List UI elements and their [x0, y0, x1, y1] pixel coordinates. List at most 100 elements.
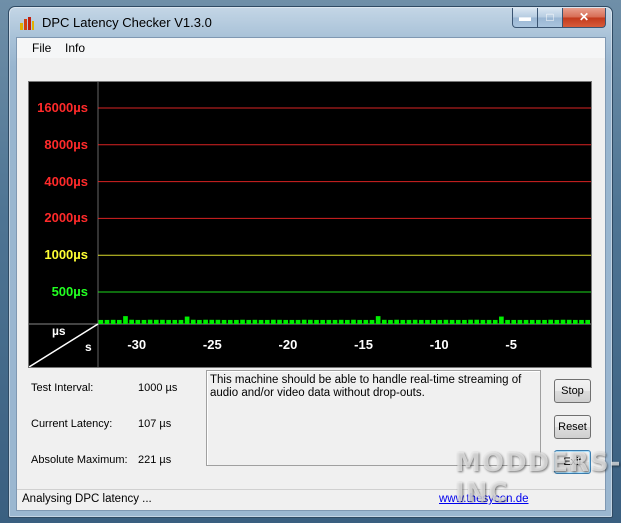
latency-bar	[203, 319, 208, 324]
latency-bar	[98, 319, 104, 324]
latency-bar	[560, 319, 566, 324]
latency-bar	[234, 319, 239, 324]
y-tick-label: 500µs	[51, 284, 88, 299]
latency-bar	[480, 319, 486, 324]
latency-bar	[443, 319, 449, 324]
latency-bar	[455, 319, 461, 324]
latency-bar	[110, 319, 116, 324]
latency-bar	[246, 319, 252, 324]
latency-bar	[523, 319, 529, 324]
close-button[interactable]: ✕	[562, 8, 606, 28]
latency-bar	[369, 319, 375, 324]
latency-chart-svg	[29, 82, 591, 367]
latency-bar	[172, 319, 178, 324]
test-interval-value: 1000 µs	[138, 382, 178, 394]
stop-button[interactable]: Stop	[554, 379, 591, 403]
x-tick-label: -10	[429, 337, 449, 352]
latency-bar	[264, 319, 270, 324]
latency-bar	[295, 319, 301, 324]
latency-bar	[566, 319, 572, 324]
absolute-maximum-value: 221 µs	[138, 454, 172, 466]
latency-bar	[492, 319, 498, 324]
y-tick-label: 8000µs	[44, 136, 88, 152]
maximize-button[interactable]: □	[537, 8, 563, 28]
latency-bar	[406, 319, 412, 324]
watermark-logo: MODDERS-INC	[455, 448, 621, 508]
latency-bar	[585, 319, 590, 324]
menu-file[interactable]: File	[32, 41, 51, 55]
y-tick-label: 4000µs	[44, 173, 88, 189]
latency-bar	[332, 319, 338, 324]
latency-bar	[258, 319, 264, 324]
latency-bar	[277, 319, 282, 324]
latency-bar	[147, 319, 153, 324]
menu-bar: File Info	[17, 38, 605, 58]
latency-bar	[184, 316, 190, 324]
latency-bar	[197, 319, 202, 324]
latency-bar	[381, 319, 387, 324]
x-tick-label: -15	[354, 337, 373, 352]
latency-bar	[499, 316, 504, 324]
menu-info[interactable]: Info	[65, 41, 85, 55]
latency-bar	[529, 319, 535, 324]
latency-bar	[190, 319, 196, 324]
latency-bar	[308, 319, 313, 324]
latency-bar	[221, 319, 227, 324]
latency-bar	[431, 319, 436, 324]
latency-bar	[240, 319, 245, 324]
current-latency-value: 107 µs	[138, 418, 172, 430]
latency-bar	[573, 319, 578, 324]
latency-bar	[400, 319, 406, 324]
latency-bar	[116, 319, 122, 324]
app-window: DPC Latency Checker V1.3.0 ▬ □ ✕ File In…	[8, 6, 613, 518]
latency-bar	[153, 319, 159, 324]
latency-bar	[449, 319, 455, 324]
latency-bar	[123, 316, 128, 324]
latency-bar	[160, 319, 165, 324]
x-tick-label: -5	[505, 337, 517, 352]
latency-bar	[511, 319, 517, 324]
latency-bar	[412, 319, 418, 324]
latency-bar	[468, 319, 473, 324]
latency-bar	[104, 319, 110, 324]
status-bar-text: Analysing DPC latency ...	[22, 493, 152, 505]
latency-bar	[437, 319, 443, 324]
latency-bar	[474, 319, 480, 324]
y-tick-label: 1000µs	[44, 247, 88, 263]
latency-bar	[227, 319, 233, 324]
latency-bar	[271, 319, 276, 324]
latency-bar	[375, 316, 381, 324]
y-tick-label: 16000µs	[37, 100, 88, 115]
minimize-button[interactable]: ▬	[512, 8, 538, 28]
client-area: File Info µs s 16000µs 8000µs 4000µs 2000µs…	[16, 37, 606, 511]
latency-bar	[215, 319, 221, 324]
latency-bar	[542, 319, 547, 324]
x-unit-label: s	[85, 340, 92, 354]
latency-bar	[178, 319, 184, 324]
x-tick-label: -30	[127, 337, 147, 352]
latency-bar	[252, 319, 258, 324]
reset-button[interactable]: Reset	[554, 415, 591, 439]
y-unit-label: µs	[52, 324, 66, 338]
latency-bar	[517, 319, 523, 324]
latency-bar	[536, 319, 541, 324]
latency-bar	[209, 319, 215, 324]
latency-bar	[283, 319, 289, 324]
title-bar[interactable]: DPC Latency Checker V1.3.0 ▬ □ ✕	[9, 7, 612, 37]
test-interval-label: Test Interval:	[31, 382, 94, 394]
latency-chart: µs s 16000µs 8000µs 4000µs 2000µs 1000µs 500µ…	[28, 81, 592, 368]
latency-bar	[301, 319, 307, 324]
y-tick-label: 2000µs	[44, 210, 88, 226]
absolute-maximum-label: Absolute Maximum:	[31, 454, 128, 466]
latency-bar	[388, 319, 393, 324]
latency-bar	[548, 319, 554, 324]
latency-bar	[462, 319, 467, 324]
latency-bar	[166, 319, 171, 324]
latency-bar	[357, 319, 362, 324]
latency-bar	[425, 319, 430, 324]
x-tick-label: -20	[278, 337, 298, 352]
latency-bar	[486, 319, 492, 324]
latency-bar	[320, 319, 326, 324]
latency-bar	[505, 319, 510, 324]
latency-bar	[129, 319, 134, 324]
